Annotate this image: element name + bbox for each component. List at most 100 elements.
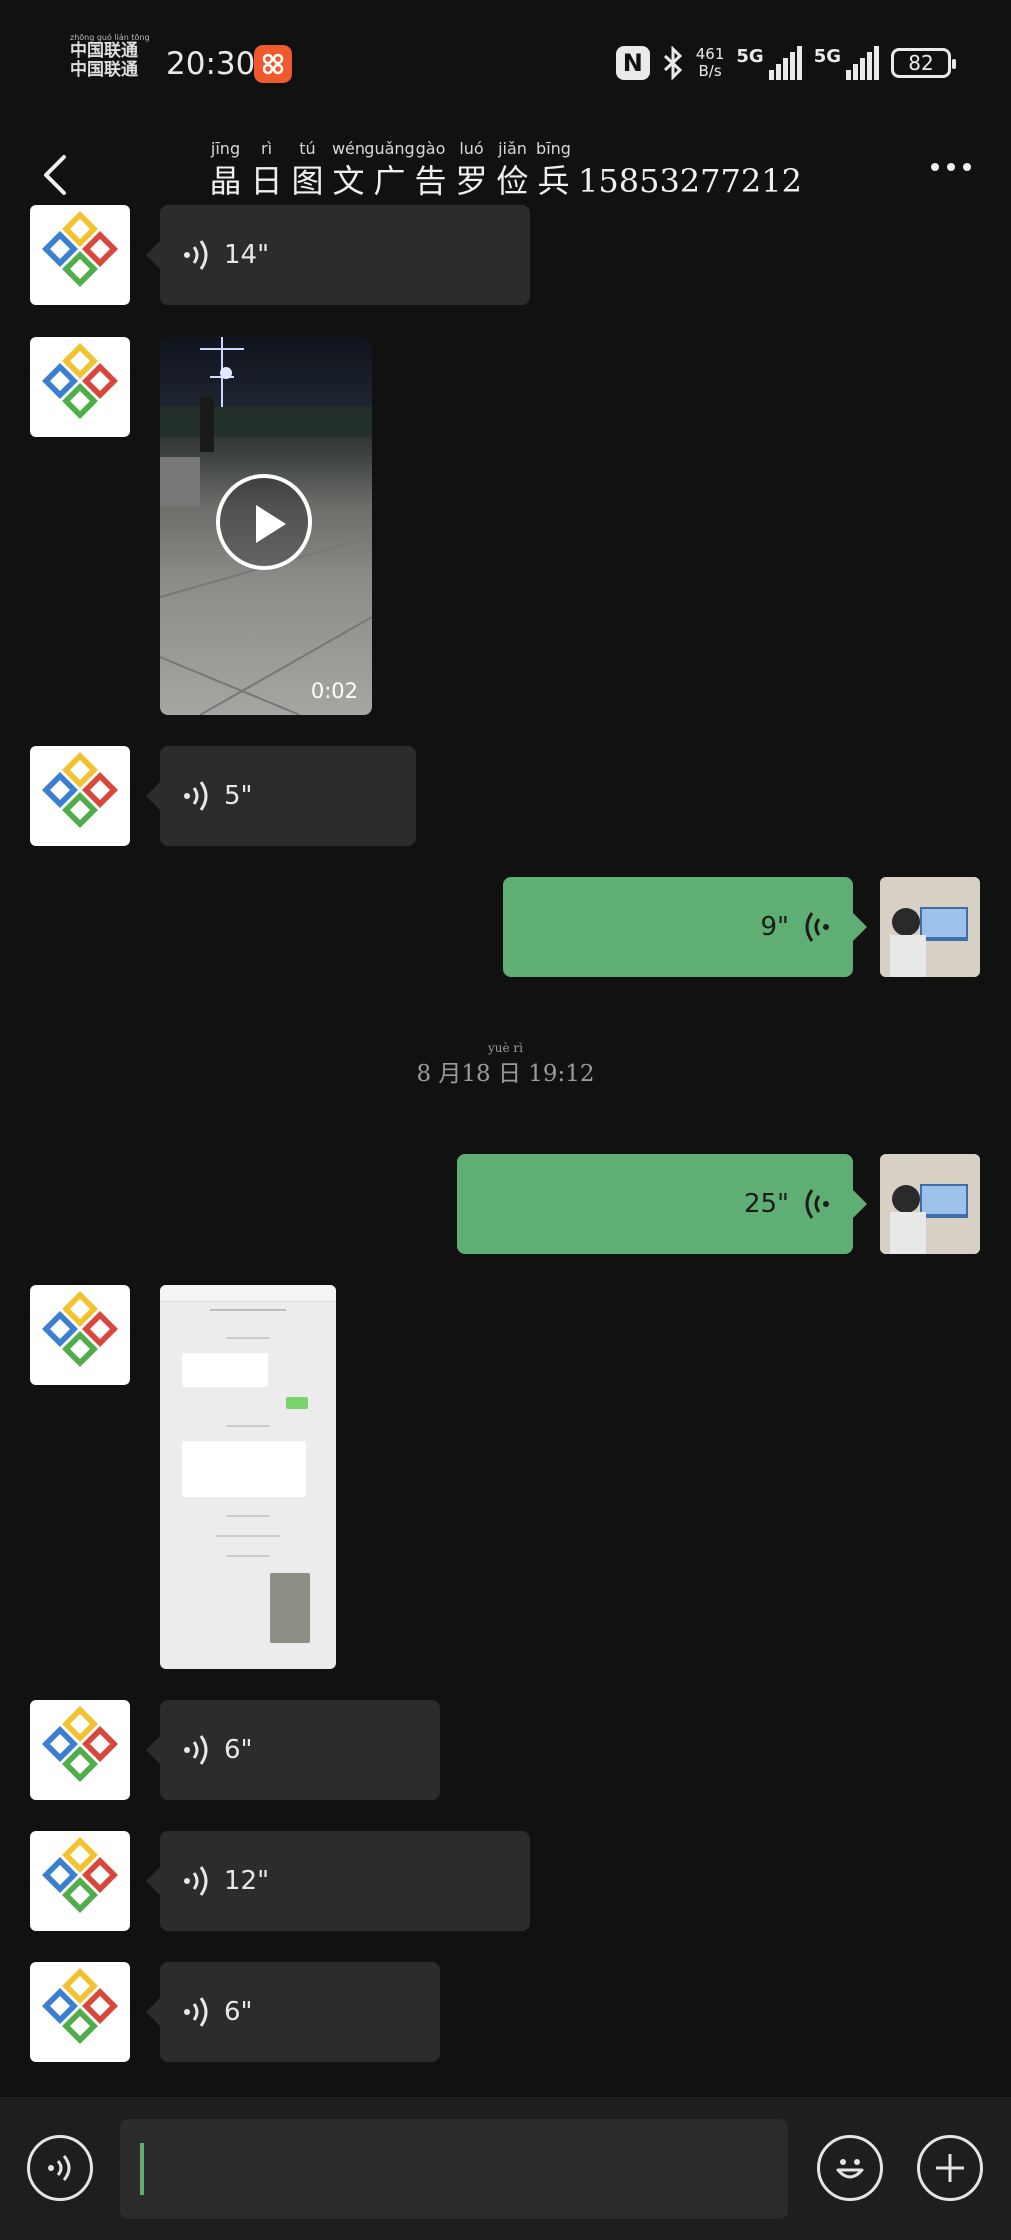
voice-wave-icon — [184, 240, 208, 270]
title-char-pinyin: luó — [459, 139, 484, 158]
network-speed-unit: B/s — [698, 62, 722, 80]
network-speed-value: 461 — [695, 45, 725, 63]
voice-wave-icon — [184, 1735, 208, 1765]
title-char-pinyin: tú — [299, 139, 316, 158]
title-char-pinyin: wén — [331, 139, 366, 158]
carrier-label: zhōng guó lián tōng 中国联通 中国联通 — [70, 34, 162, 80]
title-char: jīng 晶 — [205, 139, 246, 201]
title-char-hanzi: 文 — [332, 162, 365, 200]
battery-level: 82 — [908, 51, 934, 75]
contact-avatar[interactable] — [30, 337, 130, 437]
message-timestamp: yuè rì 8 月18 日 19:12 — [0, 1042, 1011, 1088]
voice-duration: 5" — [224, 781, 253, 811]
carrier-line-2: 中国联通 — [70, 60, 138, 80]
title-char-hanzi: 图 — [291, 162, 324, 200]
voice-wave-icon — [184, 1997, 208, 2027]
title-char-pinyin: rì — [260, 139, 273, 158]
title-char: jiǎn 俭 — [492, 139, 533, 201]
image-message[interactable] — [160, 1285, 336, 1669]
status-bar: zhōng guó lián tōng 中国联通 中国联通 20:30 N 46… — [0, 0, 1011, 125]
video-duration: 0:02 — [310, 679, 358, 703]
message-input[interactable] — [120, 2119, 788, 2219]
battery-icon: 82 — [891, 48, 956, 78]
nfc-icon: N — [615, 46, 650, 80]
title-char: luó 罗 — [451, 139, 492, 201]
title-number: 15853277212 — [578, 162, 802, 200]
signal-2-label: 5G — [813, 46, 841, 67]
voice-message[interactable]: 5" — [146, 746, 416, 846]
chat-title: jīng 晶 rì 日 tú 图 wén 文 guǎng 广 gào 告 luó 罗 jiǎn 俭 bīng 兵 1… — [205, 139, 802, 201]
contact-logo-icon — [42, 343, 118, 419]
title-char: wén 文 — [328, 139, 369, 201]
voice-wave-icon — [184, 1866, 208, 1896]
title-char-pinyin: jiǎn — [498, 139, 527, 158]
title-char-hanzi: 日 — [250, 162, 283, 200]
title-char: guǎng 广 — [364, 139, 414, 201]
text-caret — [140, 2143, 144, 2195]
voice-duration: 12" — [224, 1866, 270, 1896]
contact-avatar[interactable] — [30, 1700, 130, 1800]
play-icon[interactable] — [216, 474, 312, 570]
voice-message-sent[interactable]: 25" — [457, 1154, 867, 1254]
title-char-pinyin: jīng — [210, 139, 241, 158]
voice-wave-icon — [805, 912, 829, 942]
contact-logo-icon — [42, 1291, 118, 1367]
timestamp-pinyin: yuè rì — [0, 1042, 1011, 1054]
contact-logo-icon — [42, 211, 118, 287]
input-bar — [0, 2097, 1011, 2240]
plus-icon[interactable] — [917, 2135, 983, 2201]
status-time: 20:30 — [166, 46, 256, 82]
my-avatar[interactable] — [880, 1154, 980, 1254]
app-notification-icon — [254, 45, 292, 83]
back-arrow-icon[interactable] — [36, 145, 76, 205]
more-icon[interactable] — [931, 163, 971, 171]
contact-avatar[interactable] — [30, 1285, 130, 1385]
title-char-hanzi: 告 — [414, 162, 447, 200]
voice-message[interactable]: 12" — [146, 1831, 530, 1931]
voice-duration: 25" — [743, 1189, 789, 1219]
voice-input-icon[interactable] — [27, 2135, 93, 2201]
voice-wave-icon — [184, 781, 208, 811]
timestamp-pinyin-ri: rì — [513, 1041, 523, 1055]
voice-duration: 6" — [224, 1997, 253, 2027]
timestamp-text: 8 月18 日 19:12 — [416, 1061, 595, 1087]
title-char: tú 图 — [287, 139, 328, 201]
contact-logo-icon — [42, 1837, 118, 1913]
contact-logo-icon — [42, 1706, 118, 1782]
video-message[interactable]: 0:02 — [160, 337, 372, 715]
voice-message[interactable]: 14" — [146, 205, 530, 305]
voice-duration: 14" — [224, 240, 270, 270]
contact-logo-icon — [42, 1968, 118, 2044]
emoji-icon[interactable] — [817, 2135, 883, 2201]
voice-message[interactable]: 6" — [146, 1962, 440, 2062]
title-char-pinyin: bīng — [536, 139, 571, 158]
contact-avatar[interactable] — [30, 1962, 130, 2062]
signal-2-icon: 5G — [814, 46, 879, 80]
network-speed: 461 B/s — [696, 46, 725, 80]
voice-message-sent[interactable]: 9" — [503, 877, 867, 977]
my-avatar[interactable] — [880, 877, 980, 977]
title-char-hanzi: 广 — [373, 162, 406, 200]
signal-1-label: 5G — [736, 46, 764, 67]
contact-logo-icon — [42, 752, 118, 828]
voice-duration: 6" — [224, 1735, 253, 1765]
carrier-line-1: 中国联通 — [70, 41, 138, 61]
title-char: rì 日 — [246, 139, 287, 201]
title-char-pinyin: gào — [415, 139, 446, 158]
voice-duration: 9" — [760, 912, 789, 942]
title-char: bīng 兵 — [533, 139, 574, 201]
title-char: gào 告 — [410, 139, 451, 201]
title-char-hanzi: 罗 — [455, 162, 488, 200]
voice-wave-icon — [805, 1189, 829, 1219]
system-indicators: N 461 B/s 5G 5G 82 — [615, 40, 956, 86]
voice-message[interactable]: 6" — [146, 1700, 440, 1800]
timestamp-pinyin-yue: yuè — [487, 1041, 510, 1055]
contact-avatar[interactable] — [30, 1831, 130, 1931]
title-char-pinyin: guǎng — [364, 139, 415, 158]
title-char-hanzi: 俭 — [496, 162, 529, 200]
signal-1-icon: 5G — [736, 46, 802, 80]
contact-avatar[interactable] — [30, 205, 130, 305]
bluetooth-icon — [663, 46, 682, 80]
contact-avatar[interactable] — [30, 746, 130, 846]
title-char-hanzi: 晶 — [209, 162, 242, 200]
